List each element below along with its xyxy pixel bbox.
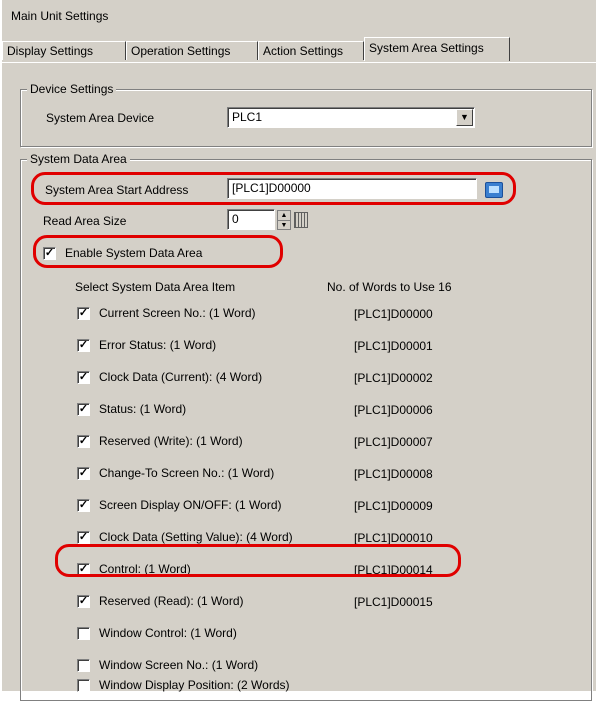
chevron-down-icon[interactable]: ▼: [456, 109, 473, 126]
tab-divider: [2, 62, 596, 63]
system-area-device-select[interactable]: PLC1: [227, 107, 475, 128]
tab-display-settings[interactable]: Display Settings: [2, 41, 126, 60]
item-checkbox[interactable]: [77, 659, 90, 672]
read-area-size-label: Read Area Size: [43, 214, 127, 228]
item-address: [PLC1]D00015: [354, 595, 433, 609]
item-checkbox[interactable]: ✓: [77, 307, 90, 320]
start-address-label: System Area Start Address: [45, 183, 189, 197]
item-address: [PLC1]D00010: [354, 531, 433, 545]
item-label: Control: (1 Word): [99, 562, 191, 576]
start-address-value: [PLC1]D00000: [232, 181, 311, 195]
item-address: [PLC1]D00009: [354, 499, 433, 513]
item-address: [PLC1]D00000: [354, 307, 433, 321]
item-checkbox[interactable]: ✓: [77, 339, 90, 352]
words-to-use-header: No. of Words to Use 16: [327, 280, 452, 294]
address-input-icon[interactable]: [485, 182, 503, 198]
item-address: [PLC1]D00014: [354, 563, 433, 577]
enable-system-data-area-checkbox[interactable]: ✓: [43, 247, 56, 260]
read-area-size-value: 0: [232, 212, 239, 226]
tab-action-settings[interactable]: Action Settings: [258, 41, 364, 60]
start-address-input[interactable]: [PLC1]D00000: [227, 178, 477, 199]
item-checkbox[interactable]: ✓: [77, 371, 90, 384]
system-area-device-value: PLC1: [232, 110, 263, 124]
item-label: Clock Data (Current): (4 Word): [99, 370, 263, 384]
item-checkbox[interactable]: ✓: [77, 595, 90, 608]
item-address: [PLC1]D00001: [354, 339, 433, 353]
spin-down-icon[interactable]: ▼: [278, 221, 290, 230]
tab-operation-settings[interactable]: Operation Settings: [126, 41, 258, 60]
system-data-area-group: System Data Area: [20, 152, 592, 701]
keypad-icon[interactable]: [294, 212, 308, 228]
item-checkbox[interactable]: [77, 679, 90, 692]
item-label: Error Status: (1 Word): [99, 338, 217, 352]
system-data-area-legend: System Data Area: [27, 152, 130, 166]
item-label: Reserved (Write): (1 Word): [99, 434, 243, 448]
system-area-device-label: System Area Device: [46, 111, 155, 125]
item-checkbox[interactable]: [77, 627, 90, 640]
item-checkbox[interactable]: ✓: [77, 563, 90, 576]
item-checkbox[interactable]: ✓: [77, 467, 90, 480]
item-label: Reserved (Read): (1 Word): [99, 594, 244, 608]
select-item-header: Select System Data Area Item: [75, 280, 236, 294]
item-checkbox[interactable]: ✓: [77, 531, 90, 544]
item-address: [PLC1]D00002: [354, 371, 433, 385]
item-checkbox[interactable]: ✓: [77, 403, 90, 416]
spin-up-icon[interactable]: ▲: [278, 211, 290, 221]
main-unit-settings-panel: Main Unit Settings Display Settings Oper…: [2, 0, 596, 701]
item-address: [PLC1]D00008: [354, 467, 433, 481]
item-address: [PLC1]D00007: [354, 435, 433, 449]
read-area-size-input[interactable]: 0: [227, 209, 275, 230]
item-checkbox[interactable]: ✓: [77, 499, 90, 512]
read-area-size-spinner[interactable]: ▲ ▼: [277, 210, 291, 230]
window-title: Main Unit Settings: [11, 9, 109, 23]
item-label: Change-To Screen No.: (1 Word): [99, 466, 275, 480]
item-label: Screen Display ON/OFF: (1 Word): [99, 498, 282, 512]
item-label: Window Display Position: (2 Words): [99, 678, 290, 692]
item-address: [PLC1]D00006: [354, 403, 433, 417]
item-label: Status: (1 Word): [99, 402, 187, 416]
enable-system-data-area-label: Enable System Data Area: [65, 246, 203, 260]
item-label: Clock Data (Setting Value): (4 Word): [99, 530, 293, 544]
item-checkbox[interactable]: ✓: [77, 435, 90, 448]
item-label: Window Screen No.: (1 Word): [99, 658, 259, 672]
item-label: Window Control: (1 Word): [99, 626, 237, 640]
tab-system-area-settings[interactable]: System Area Settings: [364, 37, 510, 61]
device-settings-legend: Device Settings: [27, 82, 117, 96]
item-label: Current Screen No.: (1 Word): [99, 306, 256, 320]
